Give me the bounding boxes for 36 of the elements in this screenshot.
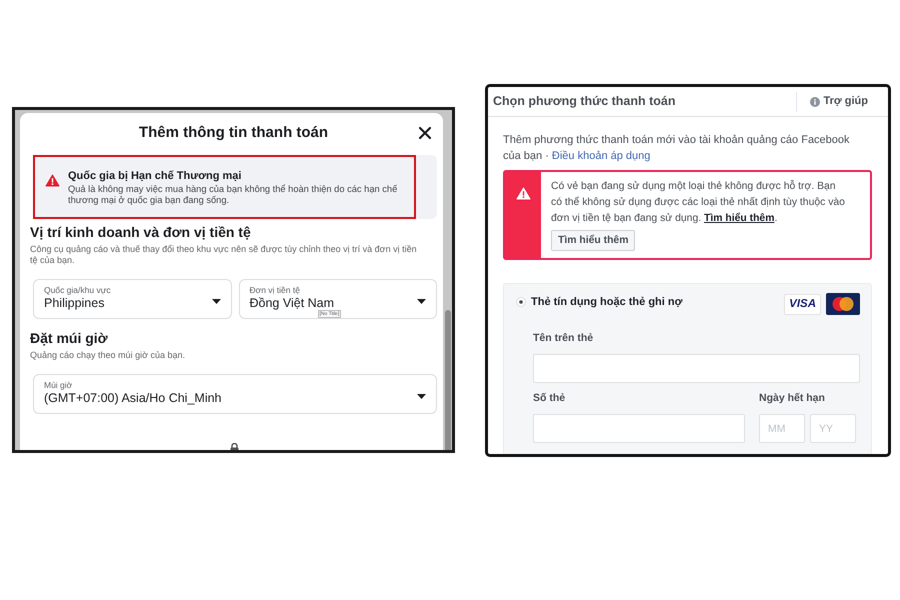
field-label: Số thẻ	[533, 392, 566, 405]
input-field[interactable]	[533, 354, 860, 383]
help-button[interactable]: Trợ giúp	[810, 93, 868, 110]
section-heading: Vị trí kinh doanh và đơn vị tiền tệ	[30, 224, 252, 241]
alert-message: Quả là không may việc mua hàng của bạn không thể hoàn thiện do các hạn chế thương mại ở quốc gia bạn đang sống.	[68, 184, 398, 206]
info-icon	[810, 96, 820, 106]
alert-message: Có vẻ bạn đang sử dụng một loại thẻ không được hỗ trợ. Bạn có thể không sử dụng được các loại thẻ nhất định tùy thuộc vào đơn vị tiền tệ bạn đang sử dụng. Tìm hiểu thêm.	[551, 179, 845, 226]
input-field[interactable]	[533, 414, 745, 443]
dialog-title: Thêm thông tin thanh toán	[138, 124, 328, 142]
warning-icon	[45, 174, 60, 187]
dialog-title: Chọn phương thức thanh toán	[493, 94, 677, 109]
field-label: Ngày hết hạn	[759, 392, 826, 405]
card-brand-icon	[826, 293, 860, 315]
scrollbar-thumb[interactable]	[445, 310, 451, 450]
visa-logo: VISA	[784, 294, 821, 315]
close-icon	[419, 127, 431, 139]
terms-link[interactable]: Điều khoản áp dụng	[552, 150, 650, 162]
input-field[interactable]: YY	[810, 414, 856, 443]
learn-more-button[interactable]: Tìm hiểu thêm	[551, 230, 636, 251]
alert-title: Quốc gia bị Hạn chế Thương mại	[68, 170, 242, 183]
field-label: Tên trên thẻ	[533, 332, 594, 345]
section-description: Quảng cáo chạy theo múi giờ của bạn.	[30, 350, 186, 361]
caret-icon	[212, 299, 220, 304]
option-label: Thẻ tín dụng hoặc thẻ ghi nợ	[531, 295, 684, 309]
dropdown-field[interactable]: Quốc gia/khu vực Philippines	[33, 279, 232, 319]
radio-button[interactable]	[516, 297, 526, 307]
caret-icon	[417, 394, 426, 399]
input-field[interactable]: MM	[759, 414, 805, 443]
caret-icon	[417, 299, 426, 304]
intro-text: Thêm phương thức thanh toán mới vào tài khoản quảng cáo Facebook của bạn · Điều khoản áp dụng	[503, 133, 851, 164]
warning-icon	[516, 187, 530, 200]
section-description: Công cụ quảng cáo và thuế thay đổi theo khu vực nên sẽ được tùy chỉnh theo vị trí và đơn vị tiền tệ của bạn.	[30, 244, 418, 266]
lock-icon	[230, 443, 239, 450]
learn-more-link[interactable]: Tìm hiểu thêm	[704, 213, 774, 224]
section-heading: Đặt múi giờ	[30, 330, 109, 347]
dropdown-field[interactable]: Múi giờ (GMT+07:00) Asia/Ho Chi_Minh	[33, 374, 437, 414]
